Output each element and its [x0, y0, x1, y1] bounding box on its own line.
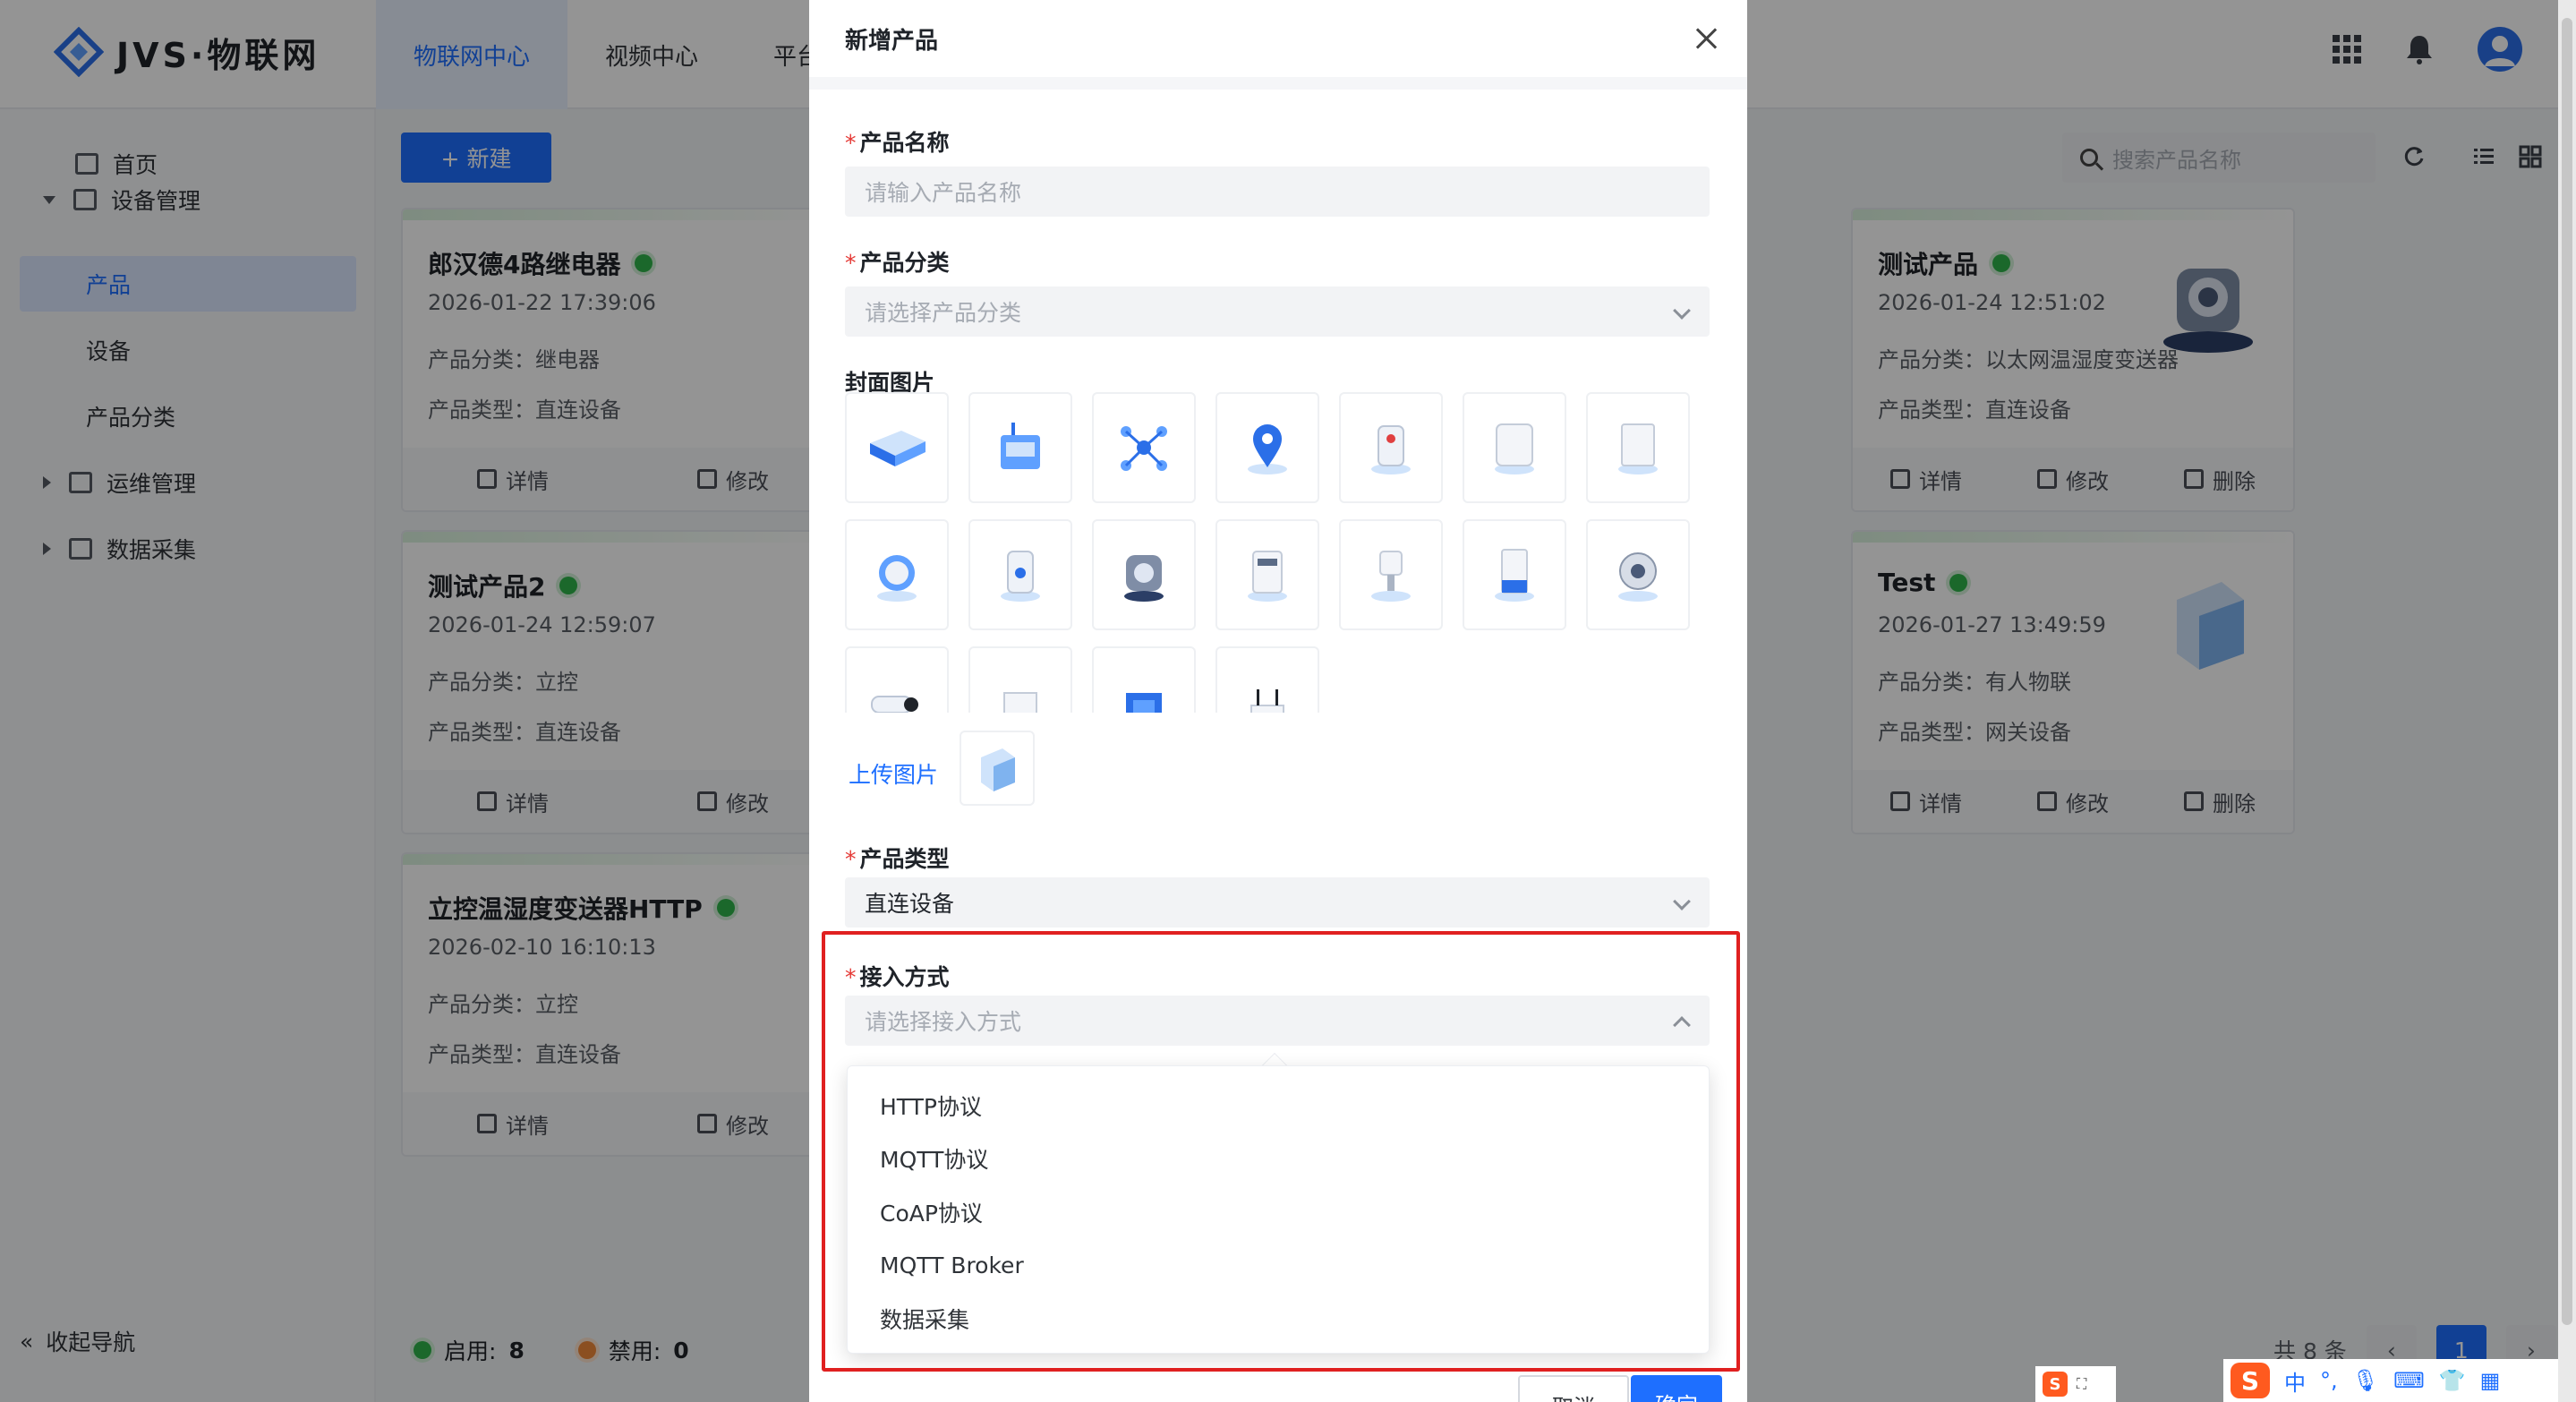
cover-option[interactable]	[968, 392, 1072, 503]
keyboard-icon[interactable]: ⌨	[2393, 1368, 2425, 1393]
cover-option[interactable]	[968, 519, 1072, 630]
electric-meter-icon	[1248, 551, 1287, 602]
cctv-icon	[871, 696, 918, 713]
scrollbar-thumb[interactable]	[2562, 18, 2572, 1325]
ok-button[interactable]: 确定	[1631, 1375, 1722, 1402]
product-type-select[interactable]: 直连设备	[845, 877, 1710, 928]
cancel-button[interactable]: 取消	[1518, 1375, 1629, 1402]
modal-title: 新增产品	[845, 27, 939, 55]
cover-option[interactable]	[1463, 392, 1566, 503]
sensor-stand-icon	[1371, 551, 1411, 602]
expand-icon: ⛶	[2077, 1375, 2087, 1392]
toolbox-icon[interactable]: ▦	[2480, 1368, 2501, 1393]
cover-option[interactable]	[845, 392, 949, 503]
cover-option[interactable]	[1339, 392, 1443, 503]
cover-option[interactable]	[1463, 519, 1566, 630]
cover-image-grid	[845, 392, 1722, 713]
chevron-down-icon	[1673, 302, 1691, 320]
ime-logo-icon: S	[2043, 1372, 2068, 1397]
cover-option[interactable]	[968, 646, 1072, 713]
cover-option[interactable]	[1215, 519, 1319, 630]
product-category-select[interactable]: 请选择产品分类	[845, 286, 1710, 337]
sensor-icon	[1371, 425, 1411, 474]
uploaded-image-thumb[interactable]	[960, 731, 1035, 806]
highlight-box	[822, 931, 1740, 1372]
cover-option[interactable]	[1339, 519, 1443, 630]
ime-mini-toolbar[interactable]: S ⛶	[2035, 1366, 2116, 1402]
cover-option[interactable]	[1215, 392, 1319, 503]
chevron-down-icon	[1673, 893, 1691, 910]
router-icon	[1001, 423, 1040, 469]
cover-option[interactable]	[845, 646, 949, 713]
ime-punct[interactable]: °,	[2320, 1368, 2338, 1393]
cover-option[interactable]	[1215, 646, 1319, 713]
name-label: * 产品名称	[845, 130, 950, 156]
network-icon	[1121, 426, 1167, 471]
meter-icon	[877, 555, 917, 602]
close-icon[interactable]	[1693, 25, 1720, 52]
cabinet-icon	[1495, 549, 1534, 602]
upload-image-link[interactable]: 上传图片	[849, 757, 938, 790]
skin-icon[interactable]: 👕	[2439, 1368, 2466, 1393]
antenna-router-icon	[1250, 689, 1284, 713]
ime-toolbar[interactable]: S 中 °, 🎙 ⌨ 👕 ▦	[2223, 1359, 2567, 1402]
ime-mode[interactable]: 中	[2284, 1365, 2306, 1397]
category-label: * 产品分类	[845, 250, 950, 276]
panel-icon	[1495, 423, 1534, 474]
camera-device-icon	[1124, 555, 1164, 602]
cover-option[interactable]	[1586, 519, 1690, 630]
cover-option[interactable]	[1092, 646, 1196, 713]
product-name-input[interactable]: 请输入产品名称	[845, 167, 1710, 217]
circuit-board-icon	[1126, 693, 1162, 713]
cover-option[interactable]	[845, 519, 949, 630]
uploaded-image-icon	[981, 748, 1015, 791]
socket-icon	[1001, 551, 1040, 602]
location-pin-icon	[1248, 424, 1287, 474]
cover-option[interactable]	[1092, 392, 1196, 503]
ime-logo-icon: S	[2231, 1363, 2270, 1398]
cover-option[interactable]	[1586, 392, 1690, 503]
cover-option[interactable]	[1092, 519, 1196, 630]
server-icon	[1003, 692, 1037, 713]
fan-device-icon	[1618, 552, 1658, 602]
type-label: * 产品类型	[845, 846, 950, 872]
box-device-icon	[1618, 423, 1658, 474]
microphone-icon[interactable]: 🎙	[2352, 1368, 2379, 1393]
gateway-icon	[870, 431, 925, 466]
